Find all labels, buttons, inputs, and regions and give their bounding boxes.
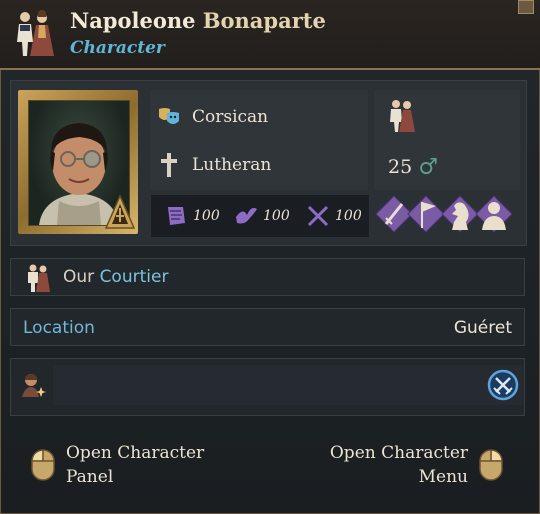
skill-military-value: 100 [335,208,362,224]
right-click-mouse-icon [479,449,503,481]
footer-right-line2: Menu [418,467,468,487]
open-character-menu-hint[interactable]: Open Character Menu [330,441,504,489]
courtier-prefix: Our [63,267,95,287]
traits-row [375,195,513,233]
dove-icon [236,207,257,224]
skills-bar: 100 100 100 [150,194,370,238]
male-gender-icon: ♂ [418,154,438,180]
sword-trait-icon[interactable] [375,195,413,233]
bust-trait-icon[interactable] [475,195,513,233]
subtitle: Character [70,38,165,58]
culture-masks-icon [156,104,182,130]
scroll-icon [168,207,185,225]
rank-badge-icon [104,194,136,229]
couple-icon [17,10,54,56]
footer-left-line2: Panel [66,467,114,487]
open-character-panel-hint[interactable]: Open Character Panel [30,441,204,489]
culture-row[interactable]: Corsican [156,104,268,130]
courtier-status: Our Courtier [63,267,168,287]
spouse-couple-icon[interactable] [388,98,416,134]
religion-row[interactable]: Lutheran [156,152,271,178]
cross-icon [156,152,182,178]
location-row[interactable]: Location Guéret [10,308,525,346]
open-character-menu-label: Open Character Menu [330,441,468,489]
info-panel: Corsican Lutheran [150,90,368,190]
courtier-couple-icon [28,264,50,292]
left-click-mouse-icon [31,449,55,481]
close-button[interactable] [518,0,534,14]
age-display: 25 ♂ [388,154,438,180]
footer-left-line1: Open Character [66,443,205,463]
war-swords-button-icon[interactable] [487,369,519,401]
courtier-role-link[interactable]: Courtier [100,267,169,287]
knight-trait-icon[interactable] [441,195,479,233]
interaction-bar [53,365,523,405]
skill-military[interactable]: 100 [305,203,362,229]
actions-row [10,358,525,416]
crossed-swords-icon [307,205,329,227]
skill-diplomatic[interactable]: 100 [233,203,290,229]
last-name: Bonaparte [202,8,326,33]
character-name: Napoleone Bonaparte [70,8,326,33]
location-label: Location [23,318,95,338]
character-tooltip-window [0,0,540,514]
footer-right-line1: Open Character [329,443,468,463]
character-sparkle-icon[interactable] [19,371,47,401]
flag-trait-icon[interactable] [407,195,445,233]
age-value: 25 [388,156,413,178]
personal-info-panel: 25 ♂ [374,90,520,190]
skill-administrative[interactable]: 100 [163,203,220,229]
culture-text: Corsican [192,107,269,127]
courtier-row[interactable]: Our Courtier [10,258,525,296]
skill-administrative-value: 100 [193,208,220,224]
first-name: Napoleone [70,8,196,33]
header: Napoleone Bonaparte Character [0,0,540,70]
open-character-panel-label: Open Character Panel [66,441,204,489]
location-value[interactable]: Guéret [454,318,512,338]
religion-text: Lutheran [192,155,272,175]
skill-diplomatic-value: 100 [263,208,290,224]
